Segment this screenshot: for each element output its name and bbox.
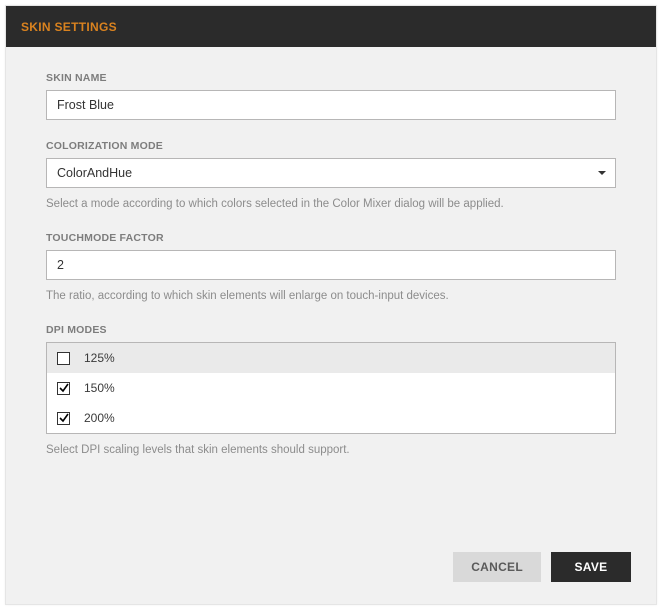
colorization-mode-select[interactable]: [46, 158, 616, 188]
touchmode-factor-label: TOUCHMODE FACTOR: [46, 232, 616, 244]
skin-name-label: SKIN NAME: [46, 72, 616, 84]
touchmode-factor-field: TOUCHMODE FACTOR The ratio, according to…: [46, 232, 616, 304]
checkbox-icon[interactable]: [57, 412, 70, 425]
colorization-mode-value[interactable]: [46, 158, 616, 188]
button-bar: CANCEL SAVE: [453, 552, 631, 582]
chevron-down-icon: [598, 171, 606, 175]
dialog-header: SKIN SETTINGS: [6, 6, 656, 47]
dialog-title: SKIN SETTINGS: [21, 20, 117, 34]
dpi-mode-label: 150%: [84, 381, 115, 395]
dpi-mode-row[interactable]: 125%: [47, 343, 615, 373]
dpi-mode-row[interactable]: 150%: [47, 373, 615, 403]
dpi-mode-label: 125%: [84, 351, 115, 365]
dpi-modes-list: 125% 150% 200%: [46, 342, 616, 434]
cancel-button[interactable]: CANCEL: [453, 552, 541, 582]
skin-name-field: SKIN NAME: [46, 72, 616, 120]
dpi-modes-hint: Select DPI scaling levels that skin elem…: [46, 442, 616, 458]
skin-settings-dialog: SKIN SETTINGS SKIN NAME COLORIZATION MOD…: [5, 5, 657, 605]
touchmode-factor-input[interactable]: [46, 250, 616, 280]
checkbox-icon[interactable]: [57, 352, 70, 365]
dpi-mode-label: 200%: [84, 411, 115, 425]
dpi-modes-label: DPI MODES: [46, 324, 616, 336]
save-button[interactable]: SAVE: [551, 552, 631, 582]
checkbox-icon[interactable]: [57, 382, 70, 395]
touchmode-factor-hint: The ratio, according to which skin eleme…: [46, 288, 616, 304]
dpi-modes-field: DPI MODES 125% 150%: [46, 324, 616, 458]
form-body: SKIN NAME COLORIZATION MODE Select a mod…: [6, 47, 656, 488]
colorization-mode-label: COLORIZATION MODE: [46, 140, 616, 152]
dpi-mode-row[interactable]: 200%: [47, 403, 615, 433]
colorization-mode-field: COLORIZATION MODE Select a mode accordin…: [46, 140, 616, 212]
colorization-mode-hint: Select a mode according to which colors …: [46, 196, 616, 212]
skin-name-input[interactable]: [46, 90, 616, 120]
